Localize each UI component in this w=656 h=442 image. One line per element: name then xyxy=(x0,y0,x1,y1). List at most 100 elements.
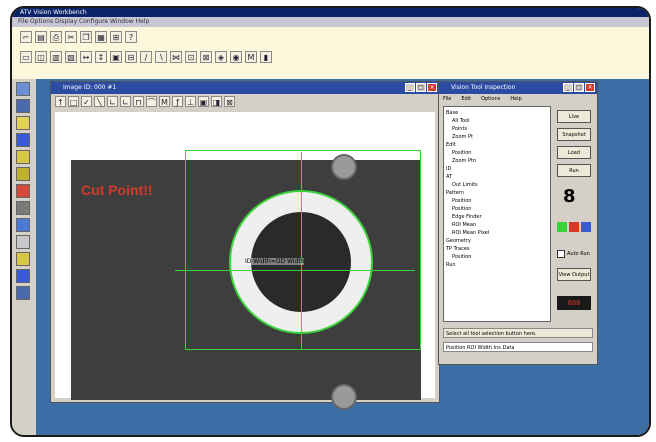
mdi-workspace: Image ID: 000 #1 _ □ × ↑ □ ✓ ╲ ∟ ∟ ⊓ ⌒ M… xyxy=(36,79,649,435)
copy-icon[interactable]: ❐ xyxy=(80,31,92,43)
tool-tree[interactable]: Base All Tool Points Zoom Pt Edit Positi… xyxy=(443,106,551,322)
save-icon[interactable]: ▤ xyxy=(35,31,47,43)
tool-icon-12[interactable]: ⊡ xyxy=(185,51,197,63)
run-button[interactable]: Run xyxy=(557,164,591,177)
app-menu-bar[interactable]: File Options Display Configure Window He… xyxy=(12,17,649,27)
trace-icon[interactable] xyxy=(16,252,30,266)
auto-run-checkbox[interactable]: Auto Run xyxy=(557,250,590,258)
menu-edit[interactable]: Edit xyxy=(461,94,471,104)
tree-item[interactable]: Geometry xyxy=(446,237,548,245)
print-icon[interactable]: ⎙ xyxy=(50,31,62,43)
image-tool-icon-14[interactable]: ⊠ xyxy=(224,96,235,107)
paste-icon[interactable]: ▦ xyxy=(95,31,107,43)
tree-item[interactable]: Position xyxy=(446,205,548,213)
close-icon[interactable]: × xyxy=(585,83,595,92)
tree-item[interactable]: Pattern xyxy=(446,189,548,197)
image-tool-icon-10[interactable]: ƒ xyxy=(172,96,183,107)
image-tool-icon-1[interactable]: ↑ xyxy=(55,96,66,107)
load-button[interactable]: Load xyxy=(557,146,591,159)
tool-icon-9[interactable]: ∕ xyxy=(140,51,152,63)
tool-icon-5[interactable]: ↔ xyxy=(80,51,92,63)
crosshair-vertical xyxy=(301,152,302,350)
help-icon[interactable]: ? xyxy=(125,31,137,43)
grid-icon[interactable]: ⊞ xyxy=(110,31,122,43)
tree-item[interactable]: Zoom Pt xyxy=(446,133,548,141)
image-window[interactable]: Image ID: 000 #1 _ □ × ↑ □ ✓ ╲ ∟ ∟ ⊓ ⌒ M… xyxy=(50,81,440,410)
minimize-icon[interactable]: _ xyxy=(405,83,415,92)
tree-item[interactable]: ROI Mean xyxy=(446,221,548,229)
left-tool-palette xyxy=(12,79,37,435)
tool-icon-2[interactable]: ◫ xyxy=(35,51,47,63)
tree-item[interactable]: AT xyxy=(446,173,548,181)
tree-item[interactable]: Position xyxy=(446,253,548,261)
tree-item[interactable]: Out Limits xyxy=(446,181,548,189)
tool-icon-11[interactable]: ⋈ xyxy=(170,51,182,63)
tree-item[interactable]: Zoom Ptn xyxy=(446,157,548,165)
tree-item[interactable]: Points xyxy=(446,125,548,133)
menu-help[interactable]: Help xyxy=(510,94,521,104)
view-output-button[interactable]: View Output xyxy=(557,268,591,281)
measure-icon[interactable] xyxy=(16,184,30,198)
tool-icon-6[interactable]: ↕ xyxy=(95,51,107,63)
output-icon[interactable] xyxy=(16,286,30,300)
tree-item[interactable]: Position xyxy=(446,197,548,205)
arc-icon[interactable] xyxy=(16,167,30,181)
image-tool-icon-5[interactable]: ∟ xyxy=(107,96,118,107)
traffic-light-icon: 8 xyxy=(563,186,576,207)
edge-icon[interactable] xyxy=(16,201,30,215)
image-tool-icon-2[interactable]: □ xyxy=(68,96,79,107)
image-tool-icon-6[interactable]: ∟ xyxy=(120,96,131,107)
checkbox-box[interactable] xyxy=(557,250,565,258)
tree-item[interactable]: TP Traces xyxy=(446,245,548,253)
open-icon[interactable]: ⌐ xyxy=(20,31,32,43)
live-button[interactable]: Live xyxy=(557,110,591,123)
image-tool-icon-12[interactable]: ▣ xyxy=(198,96,209,107)
tree-item[interactable]: ID xyxy=(446,165,548,173)
rect-icon[interactable] xyxy=(16,133,30,147)
image-tool-icon-4[interactable]: ╲ xyxy=(94,96,105,107)
line-icon[interactable] xyxy=(16,116,30,130)
pointer-icon[interactable] xyxy=(16,82,30,96)
move-icon[interactable] xyxy=(16,99,30,113)
tool-icon-1[interactable]: ▭ xyxy=(20,51,32,63)
tool-icon-16[interactable]: M xyxy=(245,51,257,63)
tool-icon-10[interactable]: ∖ xyxy=(155,51,167,63)
menu-file[interactable]: File xyxy=(443,94,451,104)
tree-item[interactable]: Base xyxy=(446,109,548,117)
maximize-icon[interactable]: □ xyxy=(416,83,426,92)
image-tool-icon-8[interactable]: ⌒ xyxy=(146,96,157,107)
blob-icon[interactable] xyxy=(16,218,30,232)
image-tool-icon-13[interactable]: ◨ xyxy=(211,96,222,107)
close-icon[interactable]: × xyxy=(427,83,437,92)
image-tool-icon-11[interactable]: ⊥ xyxy=(185,96,196,107)
cut-icon[interactable]: ✂ xyxy=(65,31,77,43)
tree-item[interactable]: Edit xyxy=(446,141,548,149)
tool-icon-8[interactable]: ⊟ xyxy=(125,51,137,63)
tool-icon-13[interactable]: ⊠ xyxy=(200,51,212,63)
image-tool-icon-9[interactable]: M xyxy=(159,96,170,107)
image-window-title: Image ID: 000 #1 xyxy=(63,84,117,91)
image-tool-icon-7[interactable]: ⊓ xyxy=(133,96,144,107)
tool-icon-14[interactable]: ◈ xyxy=(215,51,227,63)
screenshot-frame: ATV Vision Workbench File Options Displa… xyxy=(10,6,651,437)
menu-options[interactable]: Options xyxy=(481,94,500,104)
inspection-window[interactable]: Vision Tool Inspection _ □ × File Edit O… xyxy=(438,81,598,365)
zoom-icon[interactable] xyxy=(16,269,30,283)
image-tool-icon-3[interactable]: ✓ xyxy=(81,96,92,107)
snapshot-button[interactable]: Snapshot xyxy=(557,128,591,141)
tool-icon-4[interactable]: ▧ xyxy=(65,51,77,63)
maximize-icon[interactable]: □ xyxy=(574,83,584,92)
tree-item[interactable]: ROI Mean Pixel xyxy=(446,229,548,237)
camera-image-canvas[interactable]: ID Width=OD Width Cut Point!! xyxy=(55,112,435,410)
tool-icon-15[interactable]: ◉ xyxy=(230,51,242,63)
tool-icon-17[interactable]: ▮ xyxy=(260,51,272,63)
circle-icon[interactable] xyxy=(16,150,30,164)
tree-item[interactable]: Position xyxy=(446,149,548,157)
pattern-icon[interactable] xyxy=(16,235,30,249)
tool-icon-7[interactable]: ▣ xyxy=(110,51,122,63)
tree-item[interactable]: Edge Finder xyxy=(446,213,548,221)
tree-item[interactable]: Run xyxy=(446,261,548,269)
minimize-icon[interactable]: _ xyxy=(563,83,573,92)
tool-icon-3[interactable]: ▥ xyxy=(50,51,62,63)
tree-item[interactable]: All Tool xyxy=(446,117,548,125)
